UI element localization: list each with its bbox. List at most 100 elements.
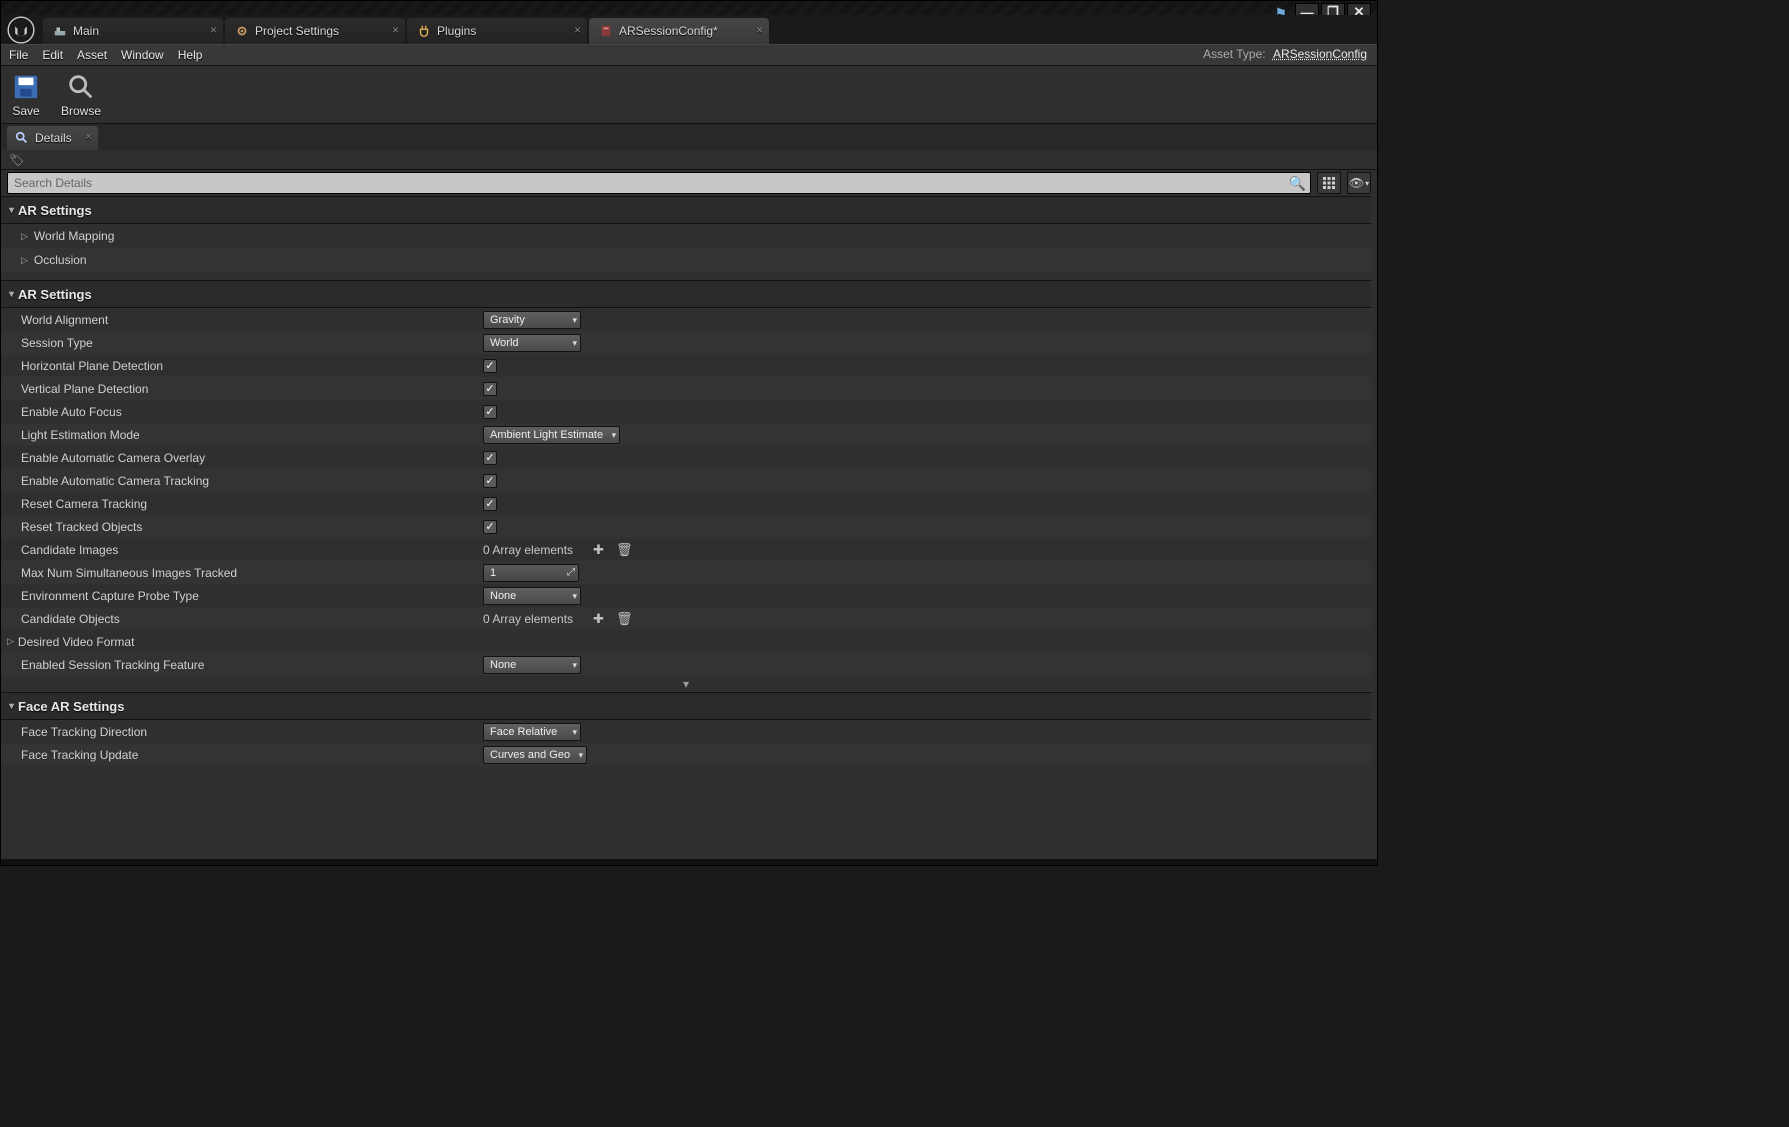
save-button[interactable]: Save xyxy=(11,72,41,118)
session-type-dropdown[interactable]: World▾ xyxy=(483,334,581,352)
array-add-button[interactable]: ✚ xyxy=(593,611,604,627)
tab-arsessionconfig[interactable]: ARSessionConfig* × xyxy=(589,18,769,44)
session-feature-dropdown[interactable]: None▾ xyxy=(483,656,581,674)
panel-tab-label: Details xyxy=(35,131,72,145)
property-label: Desired Video Format xyxy=(18,635,466,649)
property-matrix-button[interactable] xyxy=(1317,172,1341,194)
reset-cam-checkbox[interactable]: ✓ xyxy=(483,497,497,511)
panel-tab-close[interactable]: × xyxy=(85,131,91,143)
asset-toolbar: Save Browse xyxy=(1,66,1377,124)
toolbar-label: Browse xyxy=(61,104,101,118)
search-row: 🔍 👁▾ xyxy=(1,170,1377,196)
browse-icon xyxy=(66,72,96,102)
tab-plugins[interactable]: Plugins × xyxy=(407,18,587,44)
view-options-button[interactable]: 👁▾ xyxy=(1347,172,1371,194)
search-input-wrap[interactable]: 🔍 xyxy=(7,172,1311,194)
auto-focus-checkbox[interactable]: ✓ xyxy=(483,405,497,419)
array-count-text: 0 Array elements xyxy=(483,612,573,626)
array-clear-button[interactable]: 🗑 xyxy=(616,611,633,627)
reset-obj-checkbox[interactable]: ✓ xyxy=(483,520,497,534)
row-candidate-objects: Candidate Objects 0 Array elements ✚ 🗑 xyxy=(1,607,1371,630)
light-estimation-dropdown[interactable]: Ambient Light Estimate▾ xyxy=(483,426,620,444)
chevron-down-icon: ▾ xyxy=(9,289,14,300)
category-ar-settings-1[interactable]: ▾ AR Settings xyxy=(1,196,1371,224)
tab-label: ARSessionConfig* xyxy=(619,24,718,38)
menu-asset[interactable]: Asset xyxy=(77,48,107,62)
search-input[interactable] xyxy=(14,176,1304,190)
plug-icon xyxy=(417,24,431,38)
lock-icon[interactable]: 🏷 xyxy=(9,153,24,167)
cam-overlay-checkbox[interactable]: ✓ xyxy=(483,451,497,465)
property-label: Environment Capture Probe Type xyxy=(21,589,483,603)
tab-close[interactable]: × xyxy=(392,23,399,37)
ue-logo-icon xyxy=(7,16,35,44)
toolbar-label: Save xyxy=(12,104,39,118)
row-light-est: Light Estimation Mode Ambient Light Esti… xyxy=(1,423,1371,446)
subcat-label: World Mapping xyxy=(34,229,114,243)
property-label: Face Tracking Direction xyxy=(21,725,483,739)
row-reset-obj: Reset Tracked Objects ✓ xyxy=(1,515,1371,538)
details-body[interactable]: ▾ AR Settings ▷ World Mapping ▷ Occlusio… xyxy=(1,196,1377,859)
category-title: AR Settings xyxy=(18,203,92,218)
chevron-down-icon: ▾ xyxy=(1365,179,1369,188)
property-label: Enable Auto Focus xyxy=(21,405,483,419)
chevron-down-icon: ▾ xyxy=(683,677,689,691)
cam-track-checkbox[interactable]: ✓ xyxy=(483,474,497,488)
horizontal-plane-checkbox[interactable]: ✓ xyxy=(483,359,497,373)
subcat-occlusion[interactable]: ▷ Occlusion xyxy=(1,248,1371,272)
vertical-plane-checkbox[interactable]: ✓ xyxy=(483,382,497,396)
array-add-button[interactable]: ✚ xyxy=(593,542,604,558)
array-clear-button[interactable]: 🗑 xyxy=(616,542,633,558)
chevron-down-icon: ▾ xyxy=(572,338,577,349)
property-label: Reset Tracked Objects xyxy=(21,520,483,534)
eye-icon: 👁 xyxy=(1349,176,1364,190)
menu-edit[interactable]: Edit xyxy=(42,48,63,62)
category-ar-settings-2[interactable]: ▾ AR Settings xyxy=(1,280,1371,308)
panel-tab-bar: Details × xyxy=(1,124,1377,150)
property-label: Max Num Simultaneous Images Tracked xyxy=(21,566,483,580)
face-update-dropdown[interactable]: Curves and Geo▾ xyxy=(483,746,587,764)
row-video-format[interactable]: ▷ Desired Video Format xyxy=(1,630,1371,653)
gear-icon xyxy=(235,24,249,38)
title-bar: ⚑ — ❐ ✕ xyxy=(1,1,1377,15)
row-candidate-images: Candidate Images 0 Array elements ✚ 🗑 xyxy=(1,538,1371,561)
tab-close[interactable]: × xyxy=(574,23,581,37)
level-icon xyxy=(53,24,67,38)
row-face-tracking-update: Face Tracking Update Curves and Geo▾ xyxy=(1,743,1371,766)
data-asset-icon xyxy=(599,24,613,38)
property-label: World Alignment xyxy=(21,313,483,327)
menu-bar: File Edit Asset Window Help Asset Type: … xyxy=(1,44,1377,66)
property-label: Reset Camera Tracking xyxy=(21,497,483,511)
chevron-down-icon: ▾ xyxy=(9,205,14,216)
property-label: Light Estimation Mode xyxy=(21,428,483,442)
row-session-tracking-feature: Enabled Session Tracking Feature None▾ xyxy=(1,653,1371,676)
asset-type-label: Asset Type: ARSessionConfig xyxy=(1203,47,1367,61)
row-session-type: Session Type World▾ xyxy=(1,331,1371,354)
menu-file[interactable]: File xyxy=(9,48,28,62)
menu-help[interactable]: Help xyxy=(178,48,203,62)
details-icon xyxy=(15,131,29,145)
row-reset-cam: Reset Camera Tracking ✓ xyxy=(1,492,1371,515)
tab-close[interactable]: × xyxy=(756,23,763,37)
env-probe-dropdown[interactable]: None▾ xyxy=(483,587,581,605)
asset-type-link[interactable]: ARSessionConfig xyxy=(1273,47,1367,61)
world-alignment-dropdown[interactable]: Gravity▾ xyxy=(483,311,581,329)
max-num-input[interactable]: 1⤢ xyxy=(483,564,579,582)
tab-label: Main xyxy=(73,24,99,38)
tab-close[interactable]: × xyxy=(210,23,217,37)
face-direction-dropdown[interactable]: Face Relative▾ xyxy=(483,723,581,741)
menu-window[interactable]: Window xyxy=(121,48,164,62)
advanced-expand-button[interactable]: ▾ xyxy=(1,676,1371,692)
tab-details[interactable]: Details × xyxy=(7,126,98,150)
category-face-ar-settings[interactable]: ▾ Face AR Settings xyxy=(1,692,1371,720)
subcat-world-mapping[interactable]: ▷ World Mapping xyxy=(1,224,1371,248)
tab-project-settings[interactable]: Project Settings × xyxy=(225,18,405,44)
property-label: Enabled Session Tracking Feature xyxy=(21,658,483,672)
tab-main[interactable]: Main × xyxy=(43,18,223,44)
property-label: Session Type xyxy=(21,336,483,350)
chevron-down-icon: ▾ xyxy=(572,660,577,671)
chevron-right-icon: ▷ xyxy=(21,231,28,242)
chevron-down-icon: ▾ xyxy=(572,727,577,738)
browse-button[interactable]: Browse xyxy=(61,72,101,118)
tab-label: Plugins xyxy=(437,24,476,38)
